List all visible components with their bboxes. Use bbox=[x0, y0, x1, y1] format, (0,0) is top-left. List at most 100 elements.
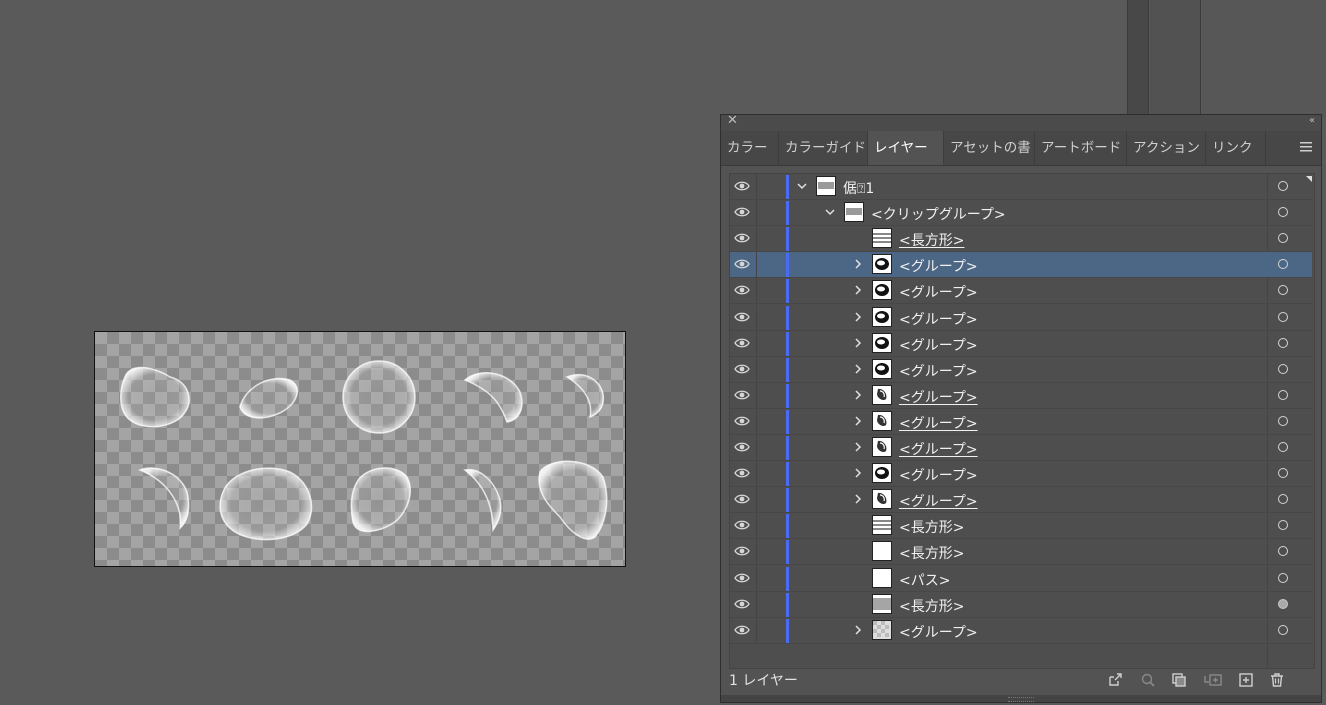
visibility-eye-icon[interactable] bbox=[734, 571, 750, 585]
lock-toggle[interactable] bbox=[756, 487, 757, 513]
visibility-eye-icon[interactable] bbox=[734, 492, 750, 506]
layer-row[interactable]: <長方形> bbox=[730, 539, 1312, 565]
target-circle-icon[interactable] bbox=[1278, 573, 1288, 583]
layer-row[interactable]: 倨⍰1 bbox=[730, 174, 1312, 200]
visibility-eye-icon[interactable] bbox=[734, 440, 750, 454]
lock-toggle[interactable] bbox=[756, 566, 757, 592]
layer-name[interactable]: <グループ> bbox=[899, 465, 978, 485]
tab-asset-export[interactable]: アセットの書 bbox=[944, 131, 1035, 165]
new-layer-icon[interactable] bbox=[1238, 672, 1254, 688]
lock-toggle[interactable] bbox=[756, 409, 757, 435]
visibility-eye-icon[interactable] bbox=[734, 544, 750, 558]
chevron-down-icon[interactable] bbox=[824, 206, 836, 218]
target-circle-icon[interactable] bbox=[1278, 599, 1288, 609]
visibility-eye-icon[interactable] bbox=[734, 414, 750, 428]
layer-name[interactable]: <グループ> bbox=[899, 491, 978, 511]
trash-icon[interactable] bbox=[1269, 672, 1285, 688]
layer-name[interactable]: <長方形> bbox=[899, 517, 964, 537]
target-circle-icon[interactable] bbox=[1278, 416, 1288, 426]
lock-toggle[interactable] bbox=[756, 357, 757, 383]
layer-row[interactable]: <クリップグループ> bbox=[730, 200, 1312, 226]
panel-titlebar[interactable]: ✕ ‹‹ bbox=[721, 113, 1321, 131]
layer-name[interactable]: <長方形> bbox=[899, 543, 964, 563]
collapse-icon[interactable]: ‹‹ bbox=[1309, 115, 1315, 126]
tab-layers[interactable]: レイヤー bbox=[868, 131, 944, 165]
lock-toggle[interactable] bbox=[756, 305, 757, 331]
layer-name[interactable]: <長方形> bbox=[899, 596, 964, 616]
visibility-eye-icon[interactable] bbox=[734, 257, 750, 271]
visibility-eye-icon[interactable] bbox=[734, 336, 750, 350]
target-circle-icon[interactable] bbox=[1278, 312, 1288, 322]
chevron-right-icon[interactable] bbox=[852, 441, 864, 453]
visibility-eye-icon[interactable] bbox=[734, 388, 750, 402]
new-sublayer-icon[interactable] bbox=[1203, 672, 1223, 688]
lock-toggle[interactable] bbox=[756, 383, 757, 409]
target-circle-icon[interactable] bbox=[1278, 181, 1288, 191]
target-circle-icon[interactable] bbox=[1278, 494, 1288, 504]
lock-toggle[interactable] bbox=[756, 200, 757, 226]
target-circle-icon[interactable] bbox=[1278, 259, 1288, 269]
close-icon[interactable]: ✕ bbox=[727, 113, 738, 128]
chevron-right-icon[interactable] bbox=[852, 415, 864, 427]
lock-toggle[interactable] bbox=[756, 252, 757, 278]
chevron-right-icon[interactable] bbox=[852, 284, 864, 296]
lock-toggle[interactable] bbox=[756, 331, 757, 357]
panel-menu-icon[interactable] bbox=[1299, 140, 1313, 154]
target-circle-icon[interactable] bbox=[1278, 520, 1288, 530]
layer-name[interactable]: <グループ> bbox=[899, 622, 978, 642]
visibility-eye-icon[interactable] bbox=[734, 466, 750, 480]
target-circle-icon[interactable] bbox=[1278, 207, 1288, 217]
visibility-eye-icon[interactable] bbox=[734, 362, 750, 376]
lock-toggle[interactable] bbox=[756, 539, 757, 565]
target-circle-icon[interactable] bbox=[1278, 468, 1288, 478]
layer-row[interactable]: <パス> bbox=[730, 566, 1312, 592]
layer-name[interactable]: <長方形> bbox=[899, 230, 964, 250]
lock-toggle[interactable] bbox=[756, 226, 757, 252]
layer-row[interactable]: <グループ> bbox=[730, 435, 1312, 461]
layer-name[interactable]: <グループ> bbox=[899, 256, 978, 276]
lock-toggle[interactable] bbox=[756, 513, 757, 539]
layer-row[interactable]: <グループ> bbox=[730, 331, 1312, 357]
clipping-mask-icon[interactable] bbox=[1171, 672, 1187, 688]
chevron-right-icon[interactable] bbox=[852, 493, 864, 505]
layer-row[interactable]: <グループ> bbox=[730, 278, 1312, 304]
target-circle-icon[interactable] bbox=[1278, 442, 1288, 452]
layer-name[interactable]: <グループ> bbox=[899, 309, 978, 329]
panel-resize-grip[interactable] bbox=[721, 695, 1321, 702]
tab-color[interactable]: カラー bbox=[721, 131, 779, 165]
chevron-right-icon[interactable] bbox=[852, 467, 864, 479]
chevron-right-icon[interactable] bbox=[852, 389, 864, 401]
layer-row[interactable]: <長方形> bbox=[730, 513, 1312, 539]
visibility-eye-icon[interactable] bbox=[734, 283, 750, 297]
layer-row[interactable]: <グループ> bbox=[730, 461, 1312, 487]
chevron-right-icon[interactable] bbox=[852, 311, 864, 323]
visibility-eye-icon[interactable] bbox=[734, 231, 750, 245]
layer-row[interactable]: <グループ> bbox=[730, 357, 1312, 383]
lock-toggle[interactable] bbox=[756, 174, 757, 200]
layer-name[interactable]: <グループ> bbox=[899, 439, 978, 459]
layer-name[interactable]: <グループ> bbox=[899, 282, 978, 302]
lock-toggle[interactable] bbox=[756, 278, 757, 304]
target-circle-icon[interactable] bbox=[1278, 338, 1288, 348]
export-icon[interactable] bbox=[1107, 672, 1123, 688]
layer-name[interactable]: <グループ> bbox=[899, 335, 978, 355]
layer-name[interactable]: <グループ> bbox=[899, 413, 978, 433]
chevron-right-icon[interactable] bbox=[852, 337, 864, 349]
chevron-right-icon[interactable] bbox=[852, 258, 864, 270]
target-circle-icon[interactable] bbox=[1278, 625, 1288, 635]
locate-object-icon[interactable] bbox=[1140, 672, 1156, 688]
visibility-eye-icon[interactable] bbox=[734, 597, 750, 611]
layer-row[interactable]: <グループ> bbox=[730, 409, 1312, 435]
chevron-right-icon[interactable] bbox=[852, 363, 864, 375]
layer-row[interactable]: <グループ> bbox=[730, 487, 1312, 513]
visibility-eye-icon[interactable] bbox=[734, 179, 750, 193]
layer-row[interactable]: <グループ> bbox=[730, 305, 1312, 331]
visibility-eye-icon[interactable] bbox=[734, 310, 750, 324]
layer-name[interactable]: <グループ> bbox=[899, 387, 978, 407]
target-circle-icon[interactable] bbox=[1278, 390, 1288, 400]
artboard[interactable] bbox=[94, 331, 626, 567]
target-circle-icon[interactable] bbox=[1278, 233, 1288, 243]
layer-row[interactable]: <長方形> bbox=[730, 592, 1312, 618]
tab-links[interactable]: リンク bbox=[1206, 131, 1266, 165]
visibility-eye-icon[interactable] bbox=[734, 205, 750, 219]
